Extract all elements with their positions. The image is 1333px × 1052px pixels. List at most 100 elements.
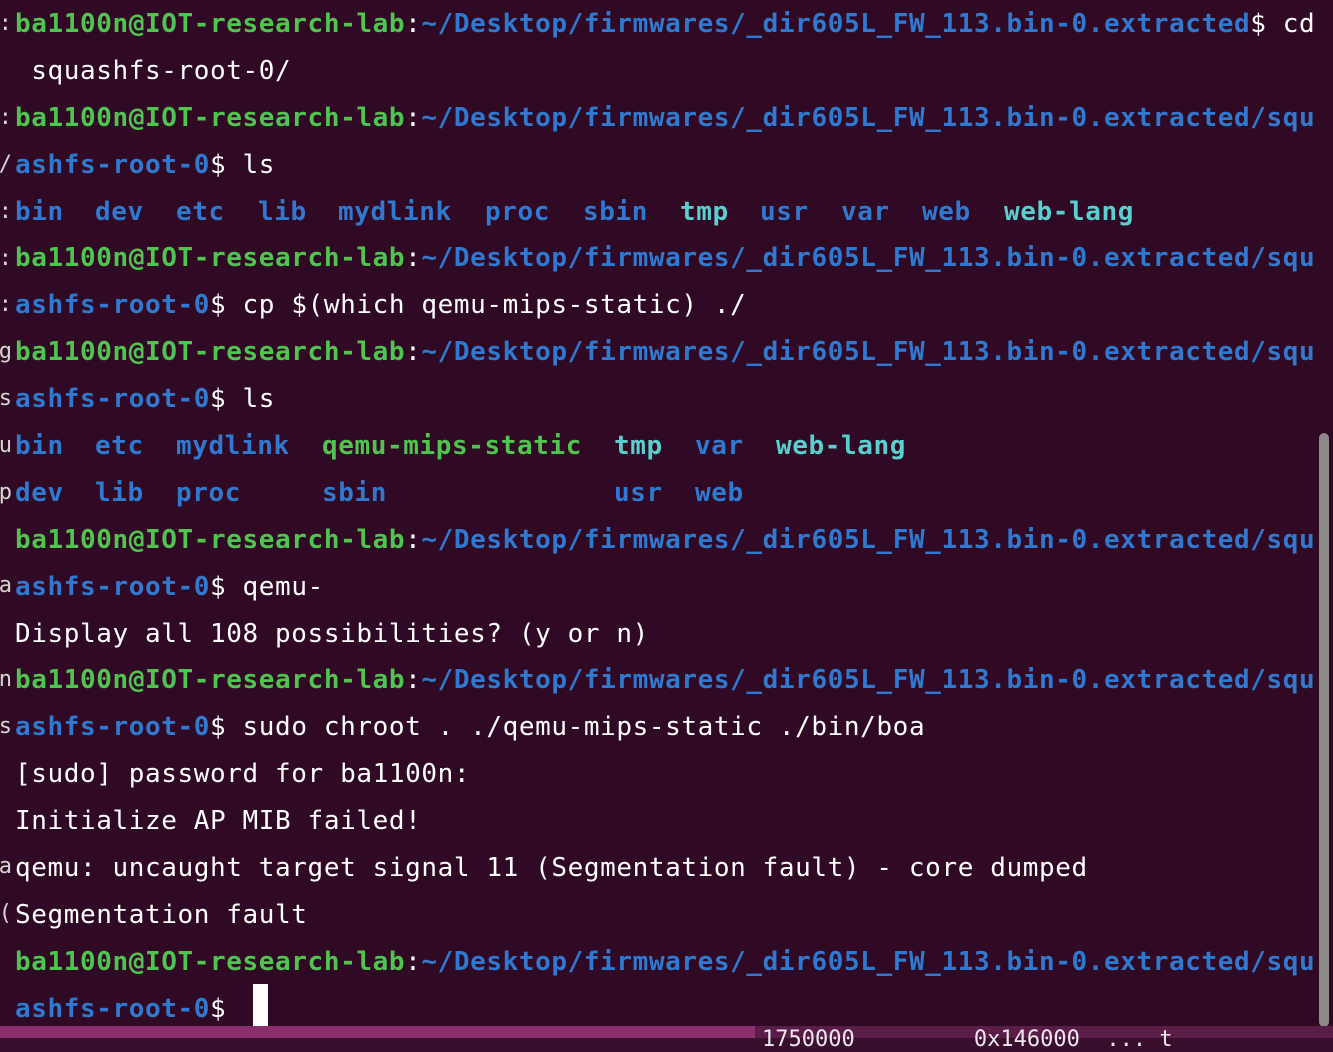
strip-char: : xyxy=(0,103,12,133)
prompt-line: ashfs-root-0$ ls xyxy=(15,146,1313,193)
ls-entry-sticky-directory: tmp xyxy=(614,427,695,465)
output-line: [sudo] password for ba1100n: xyxy=(15,755,1313,802)
prompt-path: ~/Desktop/firmwares/_dir605L_FW_113.bin-… xyxy=(421,947,1315,977)
ls-entry-directory: etc xyxy=(176,193,258,231)
prompt-user-host: ba1100n@IOT-research-lab xyxy=(15,337,405,367)
strip-char: a xyxy=(0,571,12,601)
ls-entry-directory: dev xyxy=(15,474,95,512)
output-line: Initialize AP MIB failed! xyxy=(15,802,1313,849)
prompt-path: ~/Desktop/firmwares/_dir605L_FW_113.bin-… xyxy=(421,665,1315,695)
left-strip-background-window: : : / : : : g s u p a n s a ( xyxy=(0,0,12,1038)
output-line: Segmentation fault xyxy=(15,896,1313,943)
ls-output-line: bindevetclibmydlinkprocsbintmpusrvarwebw… xyxy=(15,193,1313,240)
prompt-user-host: ba1100n@IOT-research-lab xyxy=(15,665,405,695)
output-text: Initialize AP MIB failed! xyxy=(15,806,421,836)
ls-entry-directory: usr xyxy=(614,474,695,512)
ls-entry-directory: etc xyxy=(95,427,176,465)
prompt-path: ~/Desktop/firmwares/_dir605L_FW_113.bin-… xyxy=(421,337,1315,367)
ls-entry-executable: qemu-mips-static xyxy=(322,427,614,465)
ls-entry-directory: lib xyxy=(258,193,338,231)
prompt-line: ba1100n@IOT-research-lab:~/Desktop/firmw… xyxy=(15,661,1313,708)
ls-entry-directory: bin xyxy=(15,427,95,465)
ls-entry-directory: mydlink xyxy=(176,427,322,465)
prompt-line: ashfs-root-0$ sudo chroot . ./qemu-mips-… xyxy=(15,708,1313,755)
prompt-path: ~/Desktop/firmwares/_dir605L_FW_113.bin-… xyxy=(421,103,1315,133)
output-text: Display all 108 possibilities? (y or n) xyxy=(15,619,649,649)
command-text: $ cp $(which qemu-mips-static) ./ xyxy=(210,290,746,320)
command-text: $ cd xyxy=(1250,9,1315,39)
strip-char: s xyxy=(0,384,12,414)
prompt-line: ba1100n@IOT-research-lab:~/Desktop/firmw… xyxy=(15,5,1313,52)
background-window-strip: 1750000 0x146000 ... t xyxy=(0,1026,1333,1038)
ls-entry-directory: dev xyxy=(95,193,176,231)
ls-entry-directory: web xyxy=(922,193,1004,231)
text-cursor[interactable] xyxy=(253,984,268,1028)
ls-entry-directory: bin xyxy=(15,193,95,231)
prompt-line: ashfs-root-0$ qemu- xyxy=(15,568,1313,615)
command-text: $ ls xyxy=(210,150,275,180)
prompt-line: ashfs-root-0$ cp $(which qemu-mips-stati… xyxy=(15,286,1313,333)
scrollbar-thumb[interactable] xyxy=(1319,433,1329,1027)
ls-entry-directory: proc xyxy=(485,193,583,231)
prompt-line: ashfs-root-0$ ls xyxy=(15,380,1313,427)
background-window-text: 1750000 0x146000 ... t xyxy=(762,1027,1173,1052)
prompt-path: ~/Desktop/firmwares/_dir605L_FW_113.bin-… xyxy=(421,243,1315,273)
wrapped-command-line: squashfs-root-0/ xyxy=(15,52,1313,99)
strip-char: : xyxy=(0,244,12,274)
prompt-path: ashfs-root-0 xyxy=(15,712,210,742)
ls-entry-directory: sbin xyxy=(583,193,680,231)
output-text: qemu: uncaught target signal 11 (Segment… xyxy=(15,853,1088,883)
strip-char: n xyxy=(0,665,12,695)
prompt-path: ashfs-root-0 xyxy=(15,290,210,320)
ls-entry-directory: mydlink xyxy=(338,193,485,231)
prompt-path: ~/Desktop/firmwares/_dir605L_FW_113.bin-… xyxy=(421,525,1315,555)
prompt-path: ~/Desktop/firmwares/_dir605L_FW_113.bin-… xyxy=(421,9,1250,39)
prompt-user-host: ba1100n@IOT-research-lab xyxy=(15,103,405,133)
ls-output-line: devlibprocsbinusrweb xyxy=(15,474,1313,521)
strip-char: ( xyxy=(0,899,12,929)
ls-entry-directory: var xyxy=(695,427,776,465)
prompt-line: ba1100n@IOT-research-lab:~/Desktop/firmw… xyxy=(15,521,1313,568)
ls-entry-directory: usr xyxy=(760,193,841,231)
strip-char: u xyxy=(0,431,12,461)
prompt-line: ba1100n@IOT-research-lab:~/Desktop/firmw… xyxy=(15,239,1313,286)
prompt-line: ba1100n@IOT-research-lab:~/Desktop/firmw… xyxy=(15,99,1313,146)
strip-char: g xyxy=(0,337,12,367)
command-text: $ sudo chroot . ./qemu-mips-static ./bin… xyxy=(210,712,925,742)
ls-entry-sticky-directory: web-lang xyxy=(776,427,906,465)
strip-char: s xyxy=(0,712,12,742)
ls-entry-directory: proc xyxy=(176,474,322,512)
desktop-background-strip xyxy=(0,1026,755,1038)
prompt-path: ashfs-root-0 xyxy=(15,384,210,414)
strip-char: a xyxy=(0,852,12,882)
ls-entry-sticky-directory: web-lang xyxy=(1004,193,1134,231)
strip-char: / xyxy=(0,150,12,180)
prompt-line: ba1100n@IOT-research-lab:~/Desktop/firmw… xyxy=(15,333,1313,380)
command-text: $ ls xyxy=(210,384,275,414)
output-line: qemu: uncaught target signal 11 (Segment… xyxy=(15,849,1313,896)
prompt-path: ashfs-root-0 xyxy=(15,150,210,180)
command-text: squashfs-root-0/ xyxy=(15,56,291,86)
ls-entry-sticky-directory: tmp xyxy=(680,193,760,231)
output-text: [sudo] password for ba1100n: xyxy=(15,759,470,789)
output-text: Segmentation fault xyxy=(15,900,308,930)
prompt-user-host: ba1100n@IOT-research-lab xyxy=(15,947,405,977)
ls-output-line: binetcmydlinkqemu-mips-statictmpvarweb-l… xyxy=(15,427,1313,474)
output-line: Display all 108 possibilities? (y or n) xyxy=(15,615,1313,662)
prompt-user-host: ba1100n@IOT-research-lab xyxy=(15,525,405,555)
ls-entry-directory: web xyxy=(695,474,744,512)
command-text: $ xyxy=(210,994,243,1024)
strip-char: p xyxy=(0,478,12,508)
ls-entry-directory: lib xyxy=(95,474,176,512)
terminal-output: ba1100n@IOT-research-lab:~/Desktop/firmw… xyxy=(15,5,1313,1037)
prompt-path: ashfs-root-0 xyxy=(15,572,210,602)
strip-char: : xyxy=(0,290,12,320)
prompt-user-host: ba1100n@IOT-research-lab xyxy=(15,9,405,39)
prompt-user-host: ba1100n@IOT-research-lab xyxy=(15,243,405,273)
ls-entry-directory: sbin xyxy=(322,474,614,512)
terminal-window[interactable]: : : / : : : g s u p a n s a ( ba1100n@IO… xyxy=(0,0,1333,1038)
strip-char: : xyxy=(0,197,12,227)
prompt-line: ba1100n@IOT-research-lab:~/Desktop/firmw… xyxy=(15,943,1313,990)
command-text: $ qemu- xyxy=(210,572,324,602)
ls-entry-directory: var xyxy=(841,193,922,231)
